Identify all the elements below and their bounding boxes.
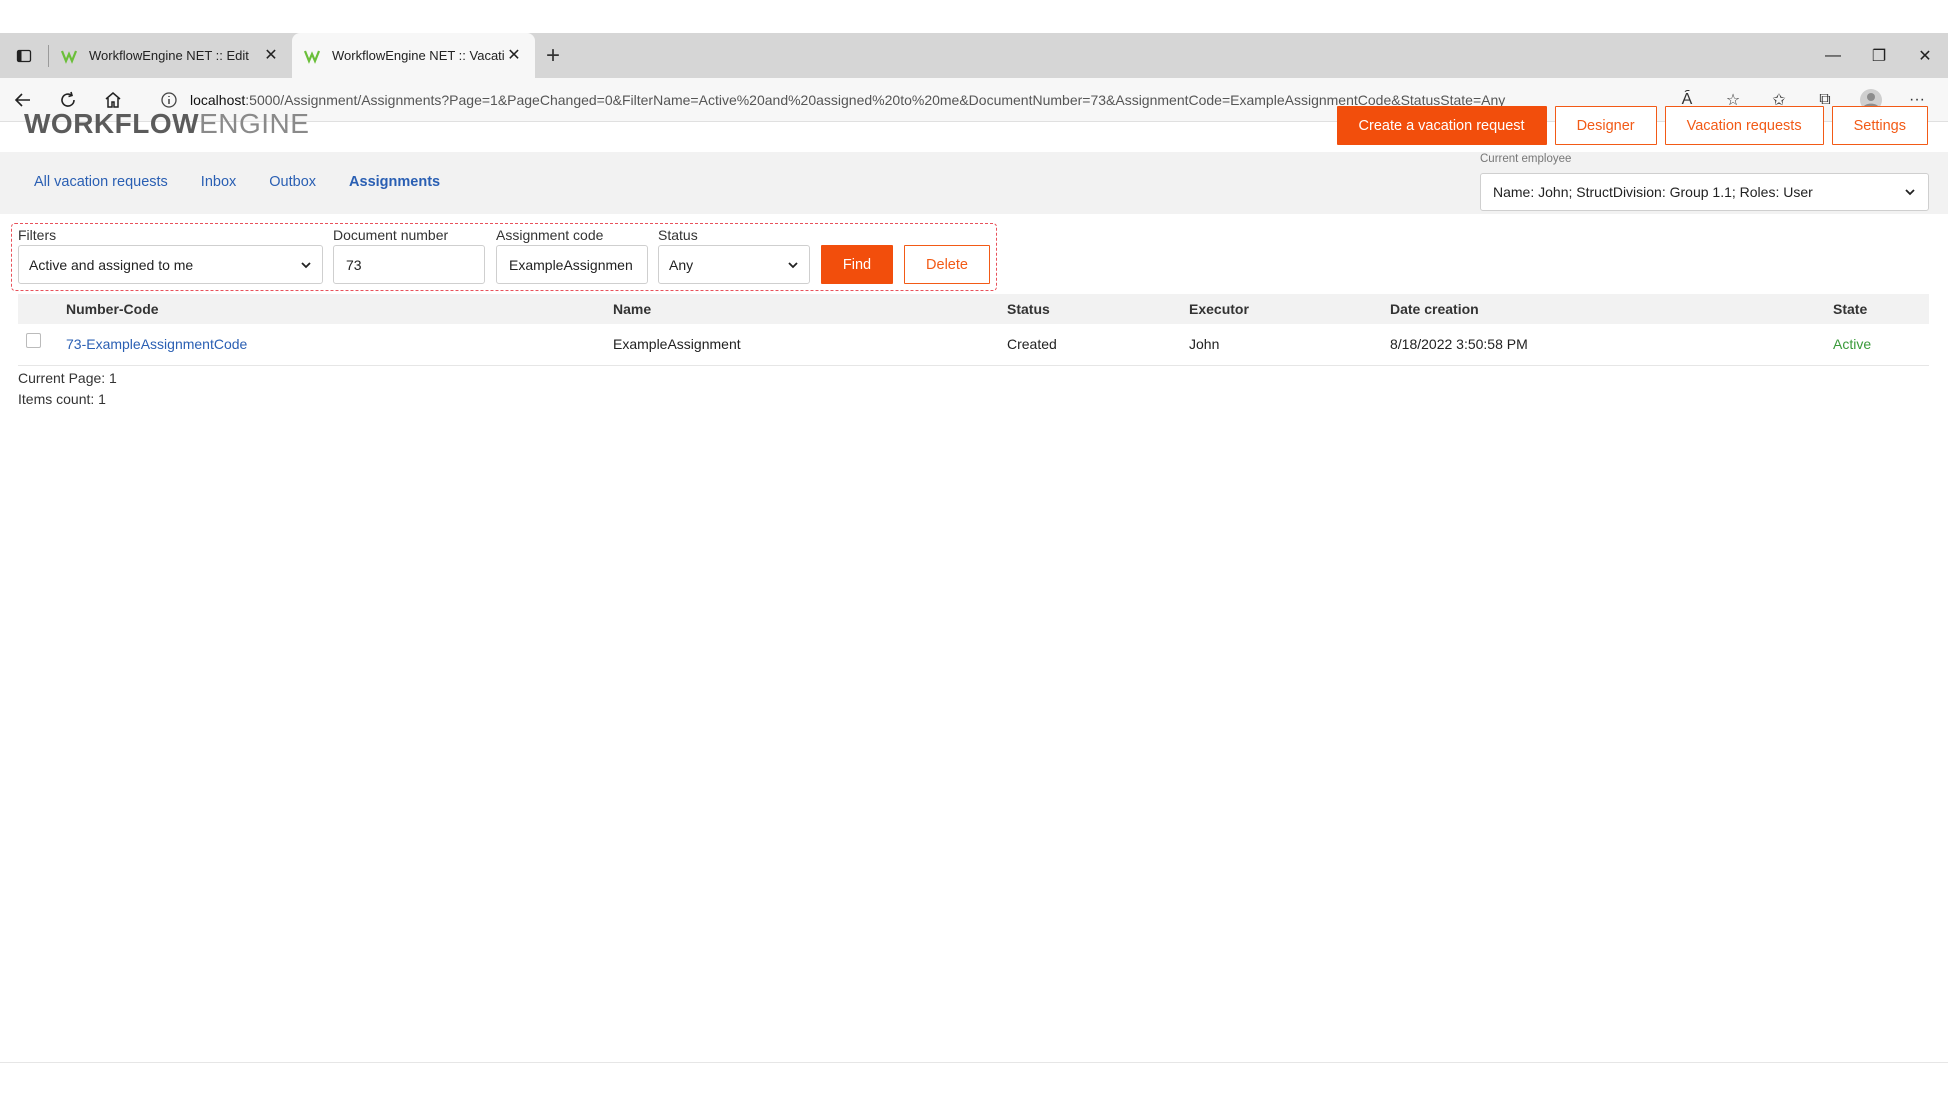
logo-part-workflow: WORKFLOW bbox=[24, 108, 200, 139]
row-checkbox[interactable] bbox=[26, 333, 41, 348]
items-count-text: Items count: 1 bbox=[18, 391, 106, 407]
column-header-executor[interactable]: Executor bbox=[1189, 301, 1249, 317]
pager-info: Current Page: 1 Items count: 1 bbox=[18, 368, 117, 410]
workflow-favicon-icon bbox=[304, 50, 320, 64]
browser-tab-vacation[interactable]: WorkflowEngine NET :: Vacation ✕ bbox=[292, 33, 535, 78]
vacation-requests-button[interactable]: Vacation requests bbox=[1664, 106, 1824, 145]
assignment-code-input[interactable]: ExampleAssignmen bbox=[496, 245, 648, 284]
cell-state: Active bbox=[1833, 336, 1872, 352]
column-header-date-creation[interactable]: Date creation bbox=[1390, 301, 1479, 317]
plus-icon: + bbox=[545, 41, 560, 69]
document-number-input[interactable]: 73 bbox=[333, 245, 485, 284]
tab-title: WorkflowEngine NET :: Edit bbox=[89, 48, 249, 63]
column-header-number-code[interactable]: Number-Code bbox=[66, 301, 159, 317]
create-vacation-request-button[interactable]: Create a vacation request bbox=[1336, 106, 1547, 145]
designer-button[interactable]: Designer bbox=[1554, 106, 1657, 145]
close-icon[interactable]: ✕ bbox=[262, 47, 280, 65]
close-window-button[interactable]: ✕ bbox=[1902, 33, 1948, 78]
column-header-state[interactable]: State bbox=[1833, 301, 1867, 317]
current-employee-label: Current employee bbox=[1480, 153, 1572, 165]
find-button[interactable]: Find bbox=[821, 245, 893, 284]
arrow-left-icon bbox=[14, 92, 30, 107]
current-page-text: Current Page: 1 bbox=[18, 370, 117, 386]
home-icon bbox=[105, 91, 120, 108]
header-buttons: Create a vacation request Designer Vacat… bbox=[1336, 106, 1928, 145]
cell-date-creation: 8/18/2022 3:50:58 PM bbox=[1390, 336, 1528, 352]
cell-executor: John bbox=[1189, 336, 1220, 352]
status-value: Any bbox=[669, 256, 694, 273]
status-select[interactable]: Any bbox=[658, 245, 810, 284]
table-header: Number-Code Name Status Executor Date cr… bbox=[18, 294, 1929, 324]
filters-value: Active and assigned to me bbox=[29, 256, 194, 273]
minimize-button[interactable]: — bbox=[1810, 33, 1856, 78]
chevron-down-icon bbox=[301, 261, 311, 268]
table-row[interactable]: 73-ExampleAssignmentCode ExampleAssignme… bbox=[18, 324, 1929, 366]
menu-assignments[interactable]: Assignments bbox=[349, 174, 440, 190]
url-path: :5000/Assignment/Assignments?Page=1&Page… bbox=[245, 92, 1506, 108]
menu-inbox[interactable]: Inbox bbox=[201, 174, 236, 190]
current-employee-select[interactable]: Name: John; StructDivision: Group 1.1; R… bbox=[1480, 173, 1929, 211]
current-employee-value: Name: John; StructDivision: Group 1.1; R… bbox=[1493, 184, 1813, 200]
window-controls: — ❐ ✕ bbox=[1810, 33, 1948, 78]
menu-all-vacation-requests[interactable]: All vacation requests bbox=[34, 174, 168, 190]
filters-select[interactable]: Active and assigned to me bbox=[18, 245, 323, 284]
refresh-icon bbox=[60, 91, 75, 107]
info-icon[interactable] bbox=[160, 91, 178, 109]
footer-divider bbox=[0, 1062, 1948, 1063]
assignment-code-label: Assignment code bbox=[496, 227, 604, 243]
workflow-engine-logo[interactable]: WORKFLOWENGINE bbox=[24, 108, 309, 140]
tab-actions-button[interactable] bbox=[0, 33, 48, 78]
column-header-name[interactable]: Name bbox=[613, 301, 651, 317]
chevron-down-icon bbox=[1905, 189, 1915, 196]
document-number-label: Document number bbox=[333, 227, 449, 243]
logo-part-engine: ENGINE bbox=[199, 108, 310, 139]
restore-button[interactable]: ❐ bbox=[1856, 33, 1902, 78]
filters-label: Filters bbox=[18, 227, 57, 243]
tab-title: WorkflowEngine NET :: Vacation bbox=[332, 48, 505, 63]
cell-name: ExampleAssignment bbox=[613, 336, 741, 352]
browser-tab-strip: WorkflowEngine NET :: Edit ✕ WorkflowEng… bbox=[0, 33, 1948, 78]
main-menu: All vacation requests Inbox Outbox Assig… bbox=[34, 174, 440, 190]
workflow-favicon-icon bbox=[61, 50, 77, 64]
browser-tab-edit[interactable]: WorkflowEngine NET :: Edit ✕ bbox=[49, 33, 292, 78]
column-header-status[interactable]: Status bbox=[1007, 301, 1050, 317]
tab-actions-icon bbox=[16, 49, 32, 62]
url-host: localhost bbox=[190, 92, 246, 108]
assignment-link[interactable]: 73-ExampleAssignmentCode bbox=[66, 336, 247, 352]
settings-button[interactable]: Settings bbox=[1831, 106, 1928, 145]
chevron-down-icon bbox=[788, 261, 798, 268]
status-label: Status bbox=[658, 227, 698, 243]
cell-number-code: 73-ExampleAssignmentCode bbox=[66, 336, 247, 352]
menu-outbox[interactable]: Outbox bbox=[269, 174, 316, 190]
delete-button[interactable]: Delete bbox=[904, 245, 990, 284]
close-icon[interactable]: ✕ bbox=[505, 47, 523, 65]
cell-status: Created bbox=[1007, 336, 1057, 352]
new-tab-button[interactable]: + bbox=[535, 33, 571, 78]
